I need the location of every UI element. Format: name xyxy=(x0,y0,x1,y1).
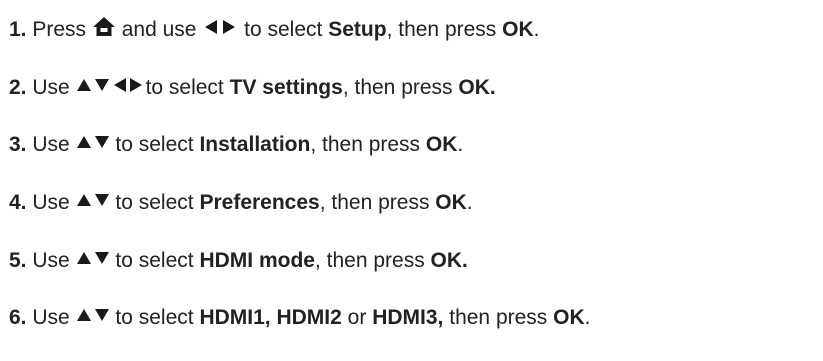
step-text: , then press xyxy=(314,249,425,272)
step-text: then press xyxy=(449,306,548,329)
step-text: , then press xyxy=(310,133,421,156)
step-text: Use xyxy=(32,191,70,214)
step-text: . xyxy=(584,306,591,329)
step-text: . xyxy=(466,191,473,214)
step-5: 5. Use to select HDMI mode, then press O… xyxy=(9,246,468,276)
step-text: to select xyxy=(244,18,323,41)
menu-target: TV settings xyxy=(229,76,343,99)
ok-key: OK xyxy=(425,133,458,156)
up-down-left-right-arrows-icon xyxy=(76,77,146,93)
step-text: Use xyxy=(32,306,70,329)
step-text: and use xyxy=(121,18,197,41)
instruction-steps: 1. Press and use to select Setup, then p… xyxy=(0,0,823,361)
step-text: to select xyxy=(115,133,194,156)
step-text: Use xyxy=(32,249,70,272)
home-icon xyxy=(92,16,116,38)
step-1: 1. Press and use to select Setup, then p… xyxy=(9,15,539,45)
step-text: . xyxy=(533,18,540,41)
step-number: 5. xyxy=(9,249,27,272)
step-text: or xyxy=(347,306,367,329)
step-text: . xyxy=(457,133,464,156)
menu-target: HDMI mode xyxy=(199,249,315,272)
step-text: Press xyxy=(32,18,87,41)
ok-key: OK xyxy=(553,306,585,329)
step-3: 3. Use to select Installation, then pres… xyxy=(9,130,463,160)
ok-key: OK. xyxy=(458,76,496,99)
step-number: 2. xyxy=(9,76,27,99)
up-down-arrows-icon xyxy=(76,250,110,266)
step-2: 2. Use to select TV settings, then press… xyxy=(9,73,496,103)
step-4: 4. Use to select Preferences, then press… xyxy=(9,188,473,218)
menu-target: HDMI1, HDMI2 xyxy=(199,306,342,329)
menu-target: Installation xyxy=(199,133,311,156)
step-text: , then press xyxy=(386,18,497,41)
step-text: Use xyxy=(32,76,70,99)
step-text: to select xyxy=(115,249,194,272)
step-number: 6. xyxy=(9,306,27,329)
step-text: to select xyxy=(115,191,194,214)
ok-key: OK. xyxy=(430,249,468,272)
step-number: 4. xyxy=(9,191,27,214)
step-text: , then press xyxy=(342,76,453,99)
up-down-arrows-icon xyxy=(76,134,110,150)
step-number: 1. xyxy=(9,18,27,41)
step-text: to select xyxy=(145,76,224,99)
menu-target: Preferences xyxy=(199,191,320,214)
step-text: to select xyxy=(115,306,194,329)
step-text: , then press xyxy=(319,191,430,214)
menu-target: HDMI3, xyxy=(372,306,444,329)
step-6: 6. Use to select HDMI1, HDMI2 or HDMI3, … xyxy=(9,303,590,333)
ok-key: OK xyxy=(435,191,467,214)
menu-target: Setup xyxy=(328,18,387,41)
step-number: 3. xyxy=(9,133,27,156)
up-down-arrows-icon xyxy=(76,307,110,323)
step-text: Use xyxy=(32,133,70,156)
up-down-arrows-icon xyxy=(76,192,110,208)
left-right-arrows-icon xyxy=(202,19,238,35)
ok-key: OK xyxy=(502,18,534,41)
